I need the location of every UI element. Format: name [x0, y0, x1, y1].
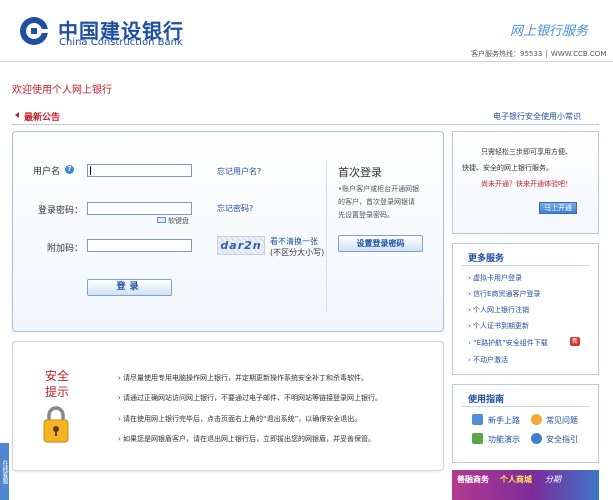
padlock-icon: [43, 406, 69, 443]
security-guide-icon[interactable]: [531, 433, 542, 444]
service-link[interactable]: › 信行E商贸通客户登录: [468, 289, 540, 299]
password-input[interactable]: [87, 202, 192, 215]
login-button[interactable]: 登录: [87, 279, 172, 296]
help-icon[interactable]: ?: [65, 165, 74, 174]
guide-link-security[interactable]: 安全指引: [546, 434, 578, 445]
section-divider: [462, 406, 590, 407]
service-link[interactable]: › 不动户激活: [468, 355, 508, 365]
more-services-title: 更多服务: [468, 254, 505, 264]
section-divider: [462, 265, 590, 266]
welcome-heading: 欢迎使用个人网上银行: [12, 85, 112, 96]
text-cursor: [90, 166, 91, 175]
login-panel: [12, 131, 444, 332]
open-now-button[interactable]: 马上开通: [539, 202, 577, 214]
case-insensitive-note: (不区分大小写): [270, 248, 325, 257]
first-login-text: 的客户，首次登录网银请: [338, 198, 415, 206]
beginner-icon[interactable]: [472, 414, 483, 425]
faq-icon[interactable]: [531, 414, 542, 425]
guide-link-faq[interactable]: 常见问题: [546, 415, 578, 426]
usage-guide-title: 使用指南: [468, 395, 505, 405]
page-title: 网上银行服务: [510, 24, 589, 39]
online-service-tab[interactable]: 在线客服: [0, 443, 9, 500]
password-label: 登录密码：: [38, 206, 84, 216]
verification-code-input[interactable]: [87, 239, 192, 252]
captcha-image: dar2n: [217, 236, 265, 255]
open-cta-link[interactable]: 尚未开通？快来开通体验吧！: [481, 179, 572, 189]
triangle-left-icon: [15, 112, 19, 118]
panel-divider: [326, 160, 327, 312]
security-tip: › 请在使用网上银行完毕后，点击页面右上角的“退出系统”，以确保安全退出。: [118, 415, 362, 423]
guide-link-beginner[interactable]: 新手上路: [488, 415, 520, 426]
forgot-username-link[interactable]: 忘记用户名?: [217, 166, 261, 177]
service-link[interactable]: › “E路护航”安全组件下载: [468, 338, 548, 348]
demo-icon[interactable]: [472, 433, 483, 444]
set-login-password-button[interactable]: 设置登录密码: [338, 235, 423, 252]
safety-tips-link[interactable]: 电子银行安全使用小常识: [493, 111, 581, 122]
header-divider: [0, 61, 613, 62]
first-login-text: 先设置登录密码。: [338, 211, 394, 219]
verification-code-label: 附加码：: [47, 244, 84, 254]
service-link[interactable]: › 个人网上银行注销: [468, 305, 529, 315]
new-badge: 新: [570, 337, 580, 346]
banner-text: 分期: [545, 475, 561, 484]
security-tip: › 请通过正确网站访问网上银行，不要通过电子邮件、不明网站等链接登录网上银行。: [118, 394, 383, 402]
security-tips-title: 安全: [45, 369, 70, 383]
open-promo-text: 只需轻松三步即可享用方便、: [481, 148, 572, 156]
service-link[interactable]: › 虚拟卡用户登录: [468, 273, 522, 283]
soft-keyboard-link[interactable]: 软键盘: [168, 216, 189, 226]
latest-notice-link[interactable]: 最新公告: [24, 110, 60, 123]
first-login-title: 首次登录: [338, 166, 382, 179]
first-login-text: •账户客户或柜台开通网银: [338, 185, 420, 193]
security-tips-panel: [12, 341, 444, 471]
banner-text: 个人商城: [500, 475, 532, 484]
keyboard-icon[interactable]: [157, 217, 166, 223]
security-tips-title: 提示: [45, 385, 70, 399]
refresh-captcha-link[interactable]: 看不清换一张: [270, 236, 318, 247]
security-tip: › 请尽量使用专用电脑操作网上银行，并定期更新操作系统安全补丁和杀毒软件。: [118, 374, 369, 382]
ccb-logo-icon: [20, 17, 49, 45]
forgot-password-link[interactable]: 忘记密码?: [217, 203, 253, 214]
security-tip: › 如果您是网银盾客户，请在退出网上银行后，立即拔出您的网银盾，并妥善保管。: [118, 435, 376, 443]
open-promo-text: 快捷、安全的网上银行服务。: [462, 164, 553, 172]
banner-text: 善融商务: [457, 475, 489, 484]
username-label: 用户名: [33, 167, 61, 177]
logo-english-name: China Construction Bank: [59, 37, 183, 48]
service-hotline: 客户服务热线：95533 │ WWW.CCB.COM: [471, 50, 607, 58]
username-input[interactable]: [87, 164, 192, 177]
guide-link-demo[interactable]: 功能演示: [488, 434, 520, 445]
service-link[interactable]: › 个人证书到期更新: [468, 321, 529, 331]
